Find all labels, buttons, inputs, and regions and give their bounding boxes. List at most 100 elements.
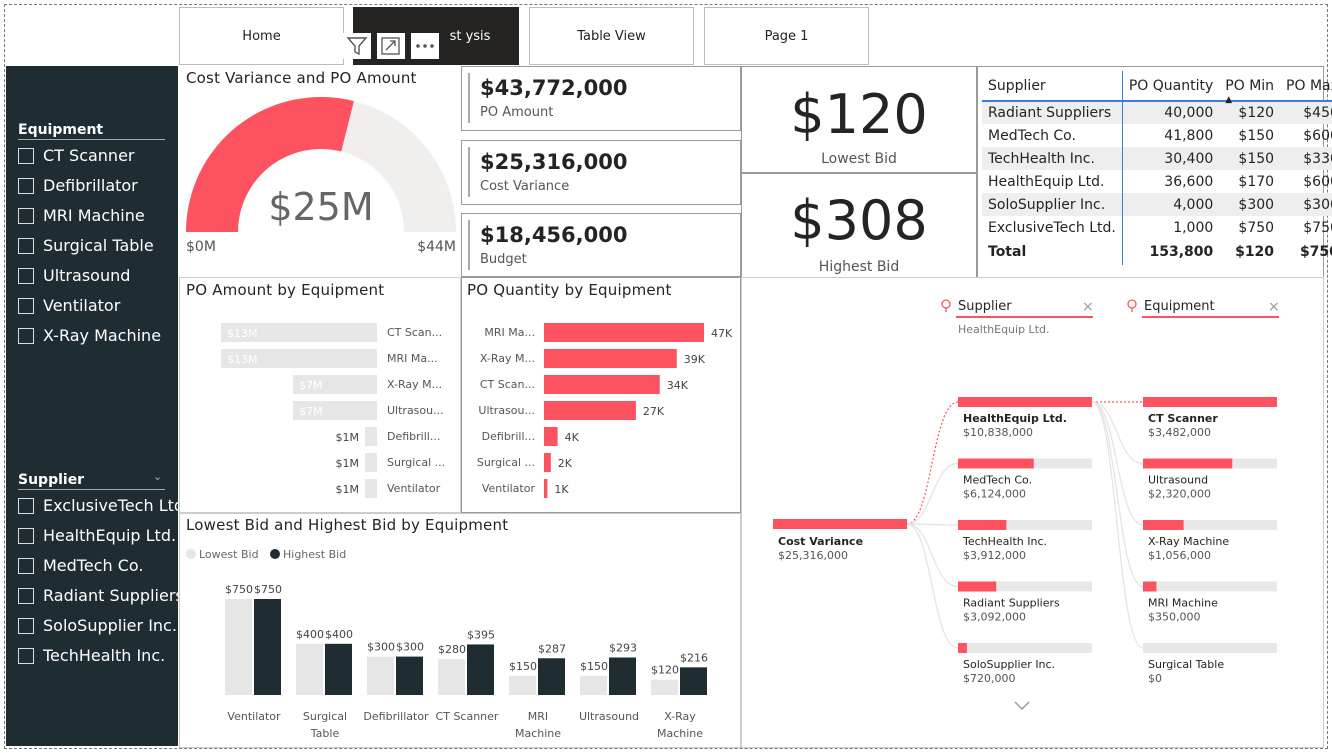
kpi-accent-bar	[468, 220, 470, 270]
slicer-item-supplier[interactable]: SoloSupplier Inc.	[18, 616, 177, 635]
node-value: $1,056,000	[1148, 549, 1211, 562]
filter-icon[interactable]	[343, 33, 371, 59]
data-label: $13M	[227, 353, 258, 366]
node-bar[interactable]	[958, 520, 1007, 530]
visual-header-toolbar	[343, 33, 439, 59]
slicer-item-equipment[interactable]: Ventilator	[18, 296, 120, 315]
node-bar[interactable]	[1143, 581, 1157, 592]
slicer-item-equipment[interactable]: Defibrillator	[18, 176, 138, 195]
checkbox[interactable]	[18, 177, 34, 194]
checkbox[interactable]	[18, 327, 34, 344]
node-bar[interactable]	[1143, 458, 1233, 469]
lowest-bid-card[interactable]: $120 Lowest Bid	[741, 66, 977, 173]
checkbox[interactable]	[18, 497, 34, 514]
table-row[interactable]: HealthEquip Ltd. 36,600 $170 $600	[982, 170, 1332, 193]
data-label: $300	[367, 641, 395, 654]
col-header-po-quantity-label: PO Quantity	[1128, 77, 1214, 94]
close-icon[interactable]: ×	[1268, 299, 1280, 315]
slicer-item-supplier[interactable]: HealthEquip Ltd.	[18, 526, 176, 545]
focus-mode-icon[interactable]	[377, 33, 405, 59]
checkbox[interactable]	[18, 147, 34, 164]
highest-bid-card[interactable]: $308 Highest Bid	[741, 173, 977, 277]
node-bar[interactable]	[958, 581, 997, 592]
node-label: Radiant Suppliers	[963, 597, 1060, 610]
node-label: HealthEquip Ltd.	[963, 412, 1067, 425]
po-amount-chart-visual[interactable]: PO Amount by Equipment CT Scan... $13M MRI…	[179, 277, 461, 513]
col-header-po-max[interactable]: PO Max	[1280, 71, 1332, 101]
bar	[544, 427, 558, 446]
nav-table-view-button[interactable]: Table View	[529, 7, 694, 65]
col-header-po-min[interactable]: PO Min ▲	[1219, 71, 1280, 106]
category-label: MRI Ma...	[387, 352, 438, 365]
kpi-card-po-amount[interactable]: $43,772,000 PO Amount	[461, 66, 741, 131]
nav-page1-button[interactable]: Page 1	[704, 7, 869, 65]
bar	[544, 453, 551, 472]
slicer-item-label: X-Ray Machine	[43, 326, 162, 345]
equipment-slicer-title: Equipment	[18, 122, 165, 140]
checkbox[interactable]	[18, 647, 34, 664]
bar	[680, 667, 707, 695]
decomposition-tree-visual[interactable]: Supplier × HealthEquip Ltd. Equipment × Cost …	[741, 277, 1324, 748]
node-bar[interactable]	[958, 643, 967, 653]
kpi-card-cost-variance[interactable]: $25,316,000 Cost Variance	[461, 140, 741, 205]
slicer-item-label: CT Scanner	[43, 146, 135, 165]
category-label: Defibrill...	[387, 430, 440, 443]
kpi-value: $18,456,000	[480, 223, 628, 247]
checkbox[interactable]	[18, 297, 34, 314]
category-label: Ventilator	[482, 482, 536, 495]
bid-chart-visual[interactable]: Lowest Bid and Highest Bid by Equipment …	[179, 513, 741, 748]
node-label: X-Ray Machine	[1148, 535, 1229, 548]
po-quantity-chart-visual[interactable]: PO Quantity by Equipment MRI Ma... 47K X-R…	[461, 277, 741, 513]
chevron-down-icon[interactable]: ⌄	[153, 470, 162, 483]
data-label: 34K	[667, 379, 689, 392]
bar	[609, 657, 636, 695]
table-cell: $170	[1238, 173, 1275, 190]
table-row[interactable]: SoloSupplier Inc.4,000$300$300	[982, 193, 1332, 216]
checkbox[interactable]	[18, 267, 34, 284]
node-bar-track	[958, 643, 1092, 653]
chevron-down-icon[interactable]	[1014, 701, 1030, 711]
category-label: Defibrillator	[363, 710, 429, 723]
data-label: $300	[396, 641, 424, 654]
col-header-supplier[interactable]: Supplier	[982, 71, 1122, 101]
kpi-accent-bar	[468, 73, 470, 123]
gauge-visual[interactable]: Cost Variance and PO Amount $25M $0M $44…	[179, 66, 461, 277]
slicer-item-equipment[interactable]: CT Scanner	[18, 146, 135, 165]
slicer-item-supplier[interactable]: TechHealth Inc.	[18, 646, 165, 665]
supplier-table-visual[interactable]: Supplier PO Quantity PO Min▲ PO Max Radi…	[977, 66, 1332, 278]
table-row[interactable]: MedTech Co. 41,800 $150 $600	[982, 124, 1332, 147]
checkbox[interactable]	[18, 617, 34, 634]
node-bar[interactable]	[958, 458, 1034, 469]
bar	[544, 349, 677, 368]
node-bar[interactable]	[958, 397, 1092, 407]
table-cell: 36,600	[1121, 170, 1220, 193]
kpi-card-budget[interactable]: $18,456,000 Budget	[461, 213, 741, 277]
table-row[interactable]: ExclusiveTech Ltd. 1,000 $750 $750	[982, 216, 1332, 239]
checkbox[interactable]	[18, 237, 34, 254]
node-value: $3,912,000	[963, 549, 1026, 562]
slicer-item-equipment[interactable]: Surgical Table	[18, 236, 154, 255]
checkbox[interactable]	[18, 207, 34, 224]
nav-home-button[interactable]: Home	[179, 7, 344, 65]
close-icon[interactable]: ×	[1082, 299, 1094, 315]
node-bar[interactable]	[1143, 397, 1277, 407]
kpi-value: $25,316,000	[480, 150, 628, 174]
node-bar[interactable]	[1143, 520, 1184, 530]
more-options-icon[interactable]	[411, 33, 439, 59]
checkbox[interactable]	[18, 527, 34, 544]
slicer-item-equipment[interactable]: MRI Machine	[18, 206, 145, 225]
slicer-item-equipment[interactable]: Ultrasound	[18, 266, 130, 285]
table-row[interactable]: TechHealth Inc.30,400$150$330	[982, 147, 1332, 170]
bar	[544, 375, 660, 394]
slicer-item-equipment[interactable]: X-Ray Machine	[18, 326, 161, 345]
checkbox[interactable]	[18, 587, 34, 604]
table-row[interactable]: Radiant Suppliers40,000$120$450	[982, 101, 1332, 124]
checkbox[interactable]	[18, 557, 34, 574]
col-header-po-quantity[interactable]: PO Quantity	[1121, 71, 1220, 101]
category-label: X-Ray M...	[480, 352, 535, 365]
slicer-item-supplier[interactable]: Radiant Suppliers	[18, 586, 184, 605]
node-label: TechHealth Inc.	[962, 535, 1047, 548]
slicer-item-supplier[interactable]: MedTech Co.	[18, 556, 144, 575]
slicer-item-supplier[interactable]: ExclusiveTech Ltd.	[18, 496, 189, 515]
tree-connector	[906, 523, 959, 526]
